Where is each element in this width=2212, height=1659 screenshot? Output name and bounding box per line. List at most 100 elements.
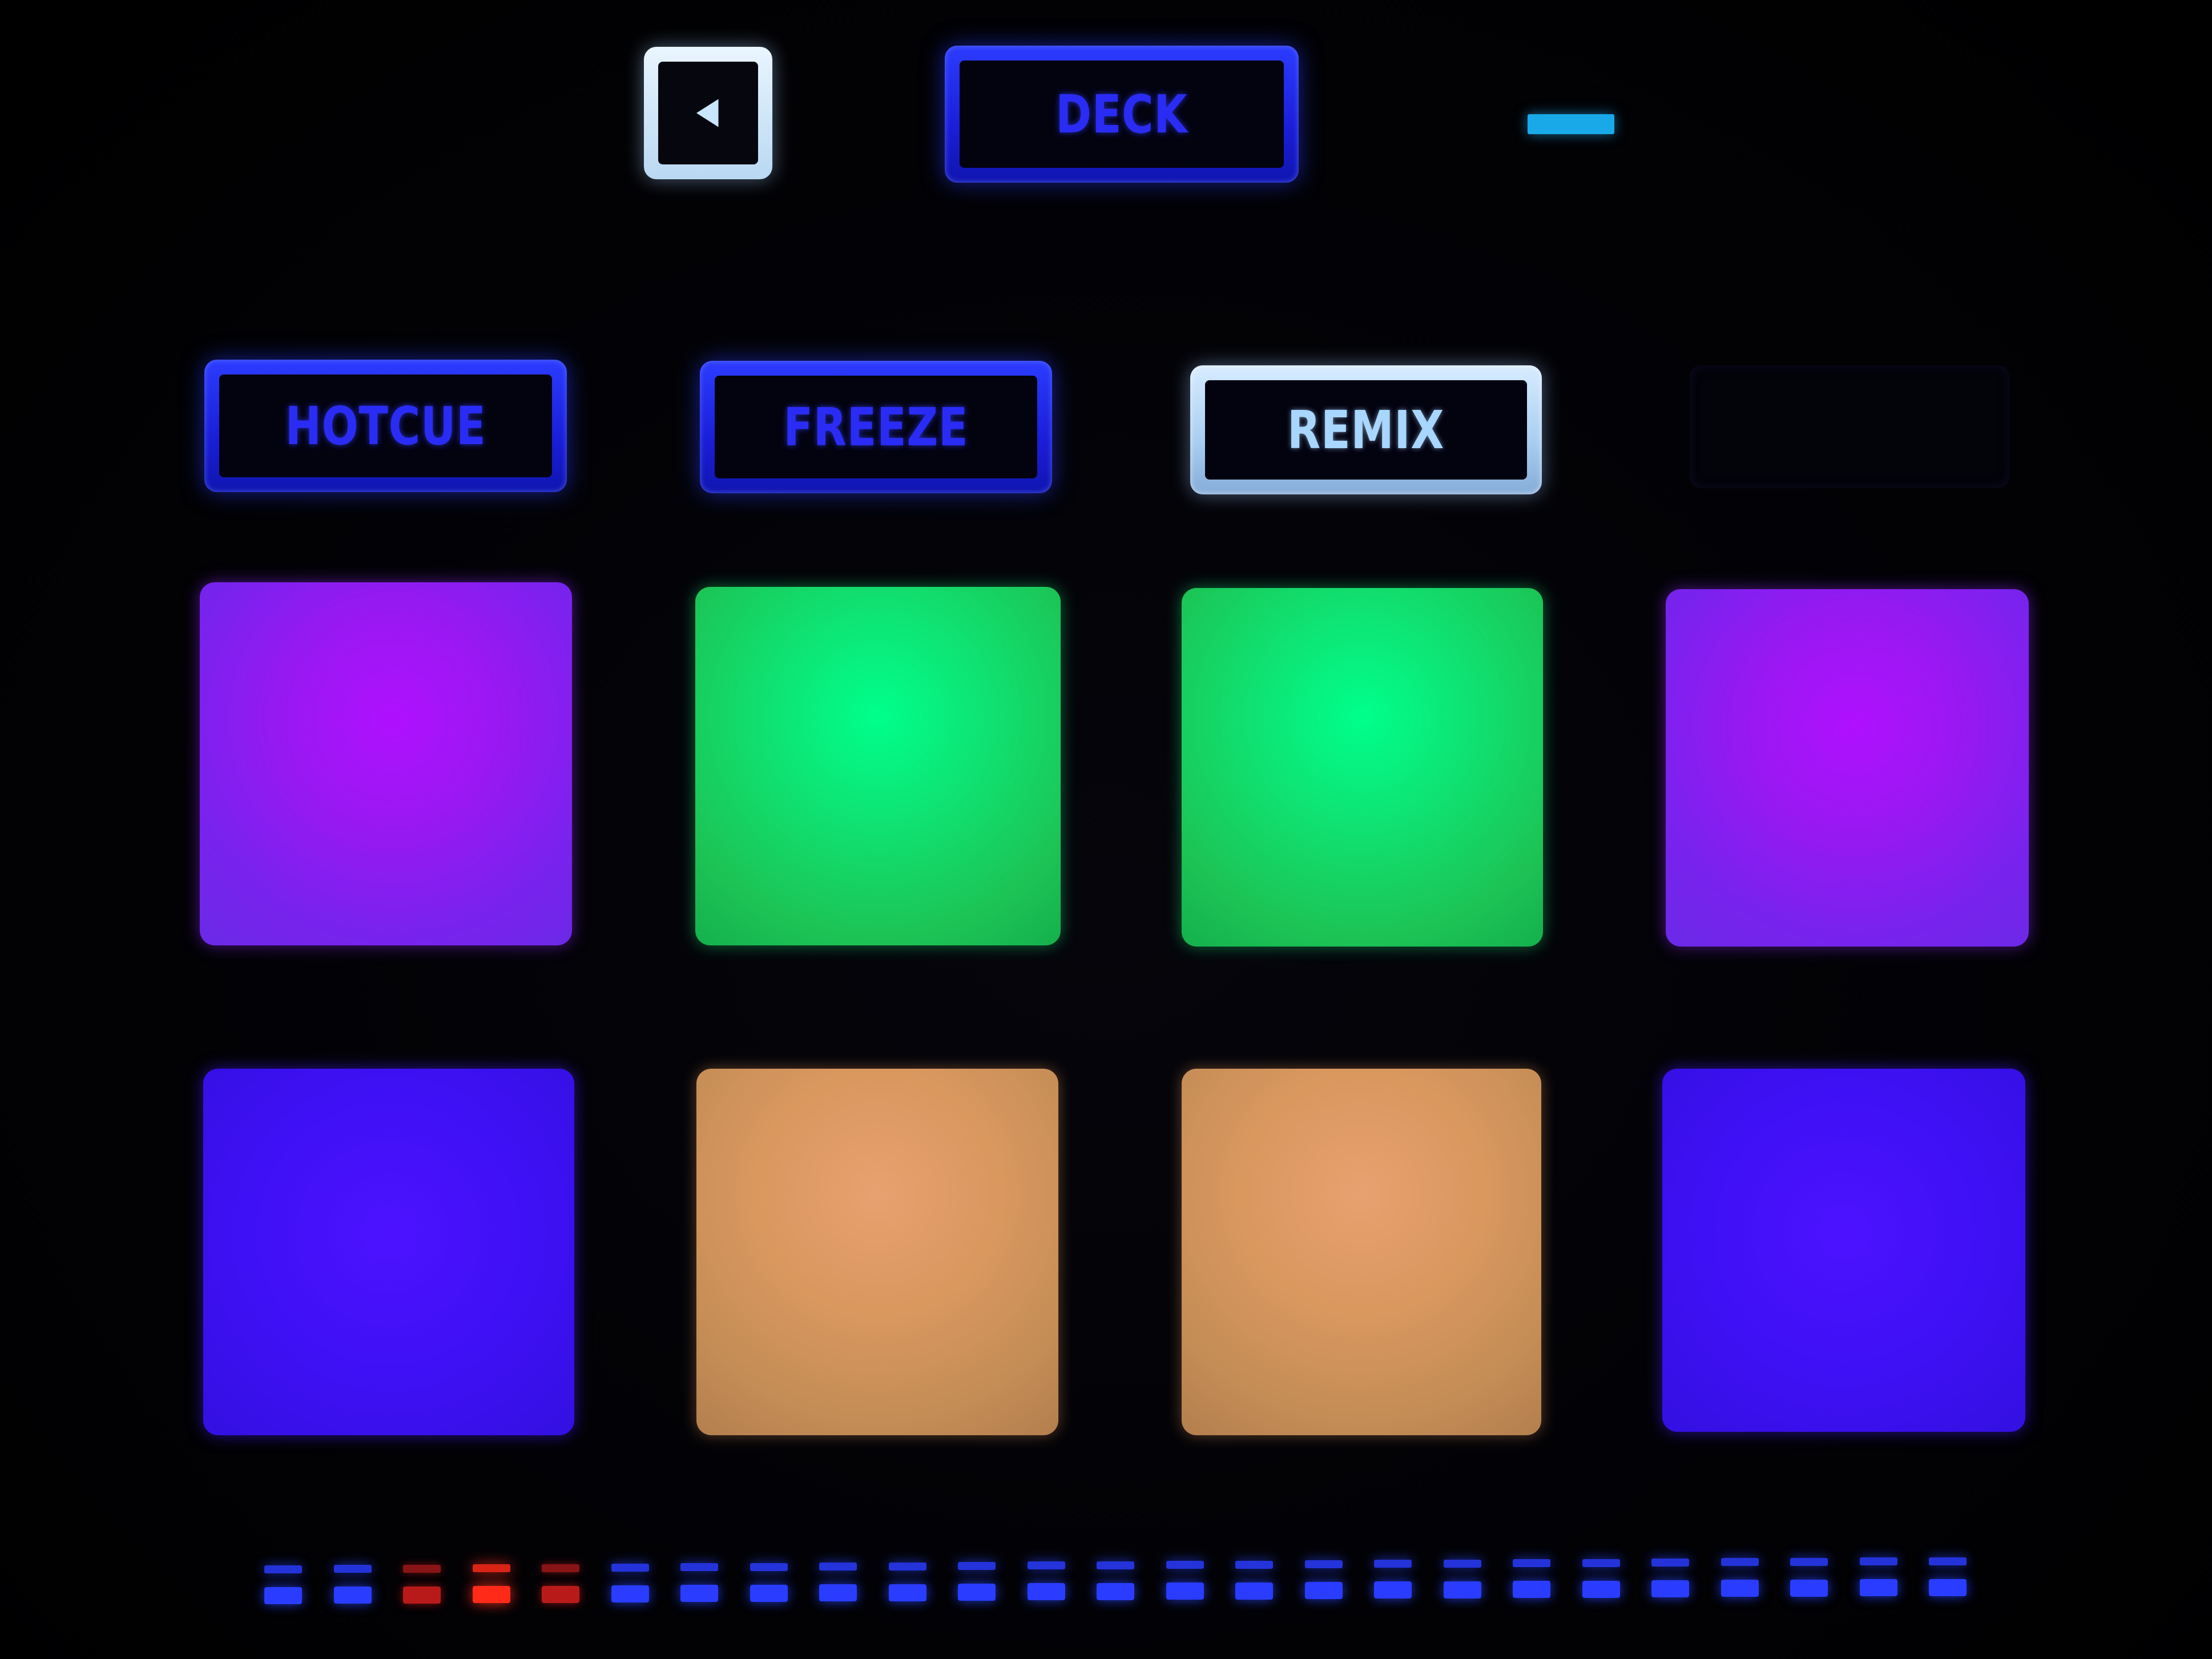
led-segment-top [1374,1560,1412,1568]
led-segment-top [819,1563,857,1571]
unlit-mode-button[interactable] [1690,365,2009,488]
led-segment-top [1513,1559,1550,1567]
led-segment-bottom [958,1584,996,1601]
led-segment-top [334,1565,372,1573]
led-segment-top [1444,1560,1481,1568]
led-segment-top [264,1565,302,1573]
previous-button[interactable] [644,47,772,179]
led-segment [334,1565,372,1605]
led-segment-bottom [1721,1580,1759,1597]
pad-4[interactable] [1666,589,2029,947]
led-segment [1374,1560,1412,1600]
led-segment [1929,1557,1967,1597]
led-segment-top [680,1563,718,1571]
led-segment [889,1563,926,1602]
hotcue-button-label: HOTCUE [285,395,486,457]
led-segment-bottom [1028,1583,1065,1600]
led-segment [819,1563,857,1602]
led-segment-top [1929,1557,1967,1565]
led-segment-top [889,1563,926,1571]
hotcue-button[interactable]: HOTCUE [204,360,567,492]
deck-button[interactable]: DECK [945,46,1299,183]
led-segment-top [1166,1561,1204,1569]
deck-button-label: DECK [1055,83,1188,145]
triangle-left-icon [696,99,718,127]
led-segment [1444,1560,1481,1600]
led-segment-top [1651,1559,1689,1567]
deck-button-face: DECK [960,61,1284,168]
led-segment [958,1562,996,1602]
led-segment-bottom [264,1587,302,1604]
led-segment [1028,1561,1065,1601]
led-segment-bottom [1651,1580,1689,1597]
led-segment-bottom [334,1586,372,1604]
pad-5[interactable] [203,1069,574,1435]
led-segment [1790,1558,1828,1598]
led-segment-bottom [1374,1581,1412,1598]
led-segment-bottom [1582,1581,1620,1598]
led-segment-bottom [1235,1583,1273,1600]
led-segment [264,1565,302,1605]
led-segment-top [473,1564,510,1572]
previous-button-face [658,62,758,164]
pad-8[interactable] [1662,1069,2025,1432]
led-segment-top [1028,1561,1065,1569]
led-segment-bottom [473,1586,510,1603]
led-segment [1513,1559,1550,1599]
deck-indicator-light [1528,114,1614,134]
pad-2[interactable] [695,587,1061,945]
led-segment-bottom [819,1584,857,1601]
pad-3[interactable] [1182,588,1543,947]
led-segment [403,1565,441,1605]
remix-button-label: REMIX [1287,399,1445,461]
led-segment-top [611,1564,649,1572]
led-segment-bottom [1790,1580,1828,1597]
led-segment-bottom [889,1584,926,1601]
led-segment-top [1790,1558,1828,1566]
led-segment [750,1563,788,1603]
led-segment-bottom [1305,1582,1343,1599]
led-segment-top [1860,1557,1897,1565]
led-segment-bottom [750,1585,788,1602]
pad-7[interactable] [1182,1069,1541,1435]
hotcue-button-face: HOTCUE [219,375,552,477]
remix-button-face: REMIX [1205,380,1527,480]
led-segment-bottom [1444,1581,1481,1598]
led-segment-top [1305,1560,1343,1568]
led-segment-top [1582,1559,1620,1567]
led-segment [680,1563,718,1603]
led-segment [473,1564,510,1604]
freeze-button-label: FREEZE [783,396,969,458]
led-segment [1860,1557,1897,1597]
led-segment-bottom [1097,1583,1134,1600]
led-segment-top [1235,1561,1273,1569]
led-segment-bottom [1929,1579,1967,1596]
led-segment-top [750,1563,788,1571]
led-segment-bottom [542,1586,579,1603]
led-segment-top [1097,1561,1134,1569]
led-segment-bottom [1860,1579,1897,1596]
led-segment-bottom [680,1585,718,1602]
freeze-button-face: FREEZE [715,376,1037,478]
led-segment [542,1564,579,1604]
led-segment-bottom [1513,1581,1550,1598]
pad-6[interactable] [696,1069,1058,1435]
led-segment [1721,1558,1759,1598]
led-segment-bottom [611,1585,649,1602]
led-segment-top [403,1565,441,1573]
led-segment-top [958,1562,996,1570]
led-segment [1097,1561,1134,1601]
led-segment-bottom [403,1586,441,1604]
led-segment [1305,1560,1343,1600]
led-segment-top [1721,1558,1759,1566]
pad-1[interactable] [200,582,572,945]
led-segment [1166,1561,1204,1601]
controller-panel: DECK HOTCUE FREEZE REMIX [0,0,2212,1659]
led-segment-top [542,1564,579,1572]
led-segment [1651,1559,1689,1598]
led-segment [1582,1559,1620,1599]
led-segment-bottom [1166,1583,1204,1600]
freeze-button[interactable]: FREEZE [700,361,1052,493]
remix-button[interactable]: REMIX [1190,365,1542,494]
led-segment [611,1564,649,1604]
